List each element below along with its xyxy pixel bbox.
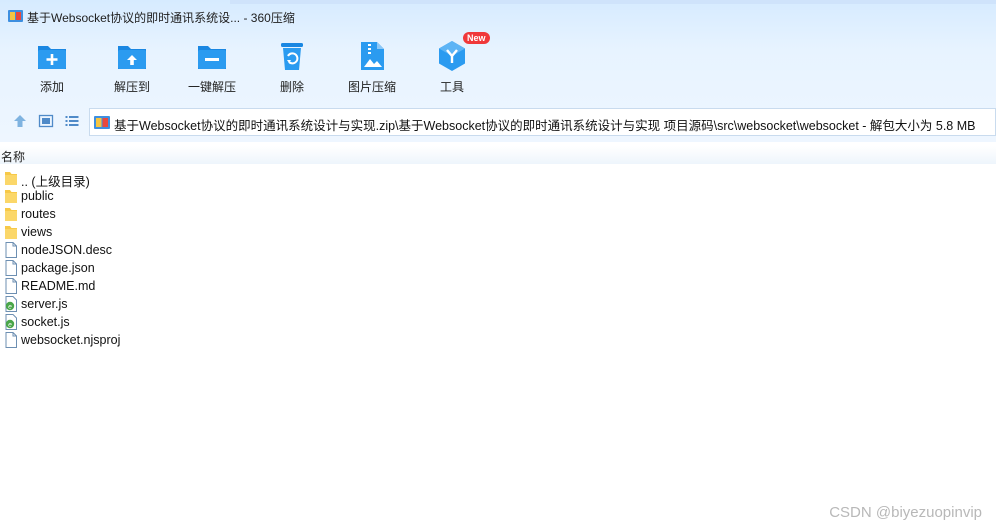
svg-text:e: e bbox=[8, 303, 12, 310]
folder-icon bbox=[5, 208, 17, 221]
zip-archive-icon bbox=[94, 116, 110, 129]
extract-to-button[interactable]: 解压到 bbox=[93, 36, 171, 98]
extract-to-folder-icon bbox=[118, 46, 146, 69]
js-file-icon: e bbox=[5, 296, 17, 312]
list-item[interactable]: e server.js bbox=[0, 295, 996, 313]
image-compress-icon bbox=[361, 42, 384, 70]
add-label: 添加 bbox=[39, 80, 64, 94]
window-title: 基于Websocket协议的即时通讯系统设... - 360压缩 bbox=[27, 11, 295, 25]
file-icon bbox=[5, 242, 17, 258]
archive-app-icon bbox=[8, 10, 23, 22]
one-click-extract-icon bbox=[198, 46, 226, 69]
list-item[interactable]: README.md bbox=[0, 277, 996, 295]
list-item[interactable]: websocket.njsproj bbox=[0, 331, 996, 349]
file-name: README.md bbox=[21, 279, 96, 293]
file-name: websocket.njsproj bbox=[21, 333, 121, 347]
svg-text:e: e bbox=[8, 321, 12, 328]
thumbnail-view-icon[interactable] bbox=[38, 113, 54, 129]
column-name-label: 名称 bbox=[1, 150, 26, 164]
list-item[interactable]: routes bbox=[0, 205, 996, 223]
add-button[interactable]: 添加 bbox=[13, 36, 91, 98]
watermark: CSDN @biyezuopinvip bbox=[829, 504, 982, 521]
list-item[interactable]: e socket.js bbox=[0, 313, 996, 331]
navigation-bar: 基于Websocket协议的即时通讯系统设计与实现.zip\基于Websocke… bbox=[0, 106, 996, 136]
folder-icon bbox=[5, 172, 17, 185]
column-header-name[interactable]: 名称 bbox=[0, 146, 996, 164]
list-item[interactable]: public bbox=[0, 187, 996, 205]
file-name: nodeJSON.desc bbox=[21, 243, 113, 257]
image-compress-label: 图片压缩 bbox=[347, 80, 396, 94]
file-icon bbox=[5, 260, 17, 276]
list-item[interactable]: nodeJSON.desc bbox=[0, 241, 996, 259]
folder-icon bbox=[5, 226, 17, 239]
file-icon bbox=[5, 278, 17, 294]
folder-icon bbox=[5, 190, 17, 203]
list-item[interactable]: .. (上级目录) bbox=[0, 169, 996, 189]
address-path: 基于Websocket协议的即时通讯系统设计与实现.zip\基于Websocke… bbox=[114, 119, 976, 133]
tools-cube-icon bbox=[439, 41, 465, 71]
new-badge: New bbox=[463, 32, 490, 44]
list-view-icon[interactable] bbox=[64, 113, 80, 129]
up-arrow-icon[interactable] bbox=[12, 113, 28, 129]
extract-to-label: 解压到 bbox=[113, 80, 150, 94]
file-icon bbox=[5, 332, 17, 348]
file-name: socket.js bbox=[21, 315, 70, 329]
file-name: package.json bbox=[21, 261, 95, 275]
add-folder-icon bbox=[38, 46, 66, 69]
list-item[interactable]: package.json bbox=[0, 259, 996, 277]
delete-label: 删除 bbox=[279, 80, 304, 94]
file-name: server.js bbox=[21, 297, 68, 311]
file-name: views bbox=[21, 225, 53, 239]
toolbar: 添加 解压到 一键解压 删除 图片压缩 New 工具 bbox=[0, 32, 996, 98]
title-bar: 基于Websocket协议的即时通讯系统设... - 360压缩 bbox=[0, 0, 996, 34]
delete-button[interactable]: 删除 bbox=[253, 36, 331, 98]
address-bar[interactable]: 基于Websocket协议的即时通讯系统设计与实现.zip\基于Websocke… bbox=[89, 108, 996, 136]
one-click-extract-button[interactable]: 一键解压 bbox=[173, 36, 251, 98]
image-compress-button[interactable]: 图片压缩 bbox=[333, 36, 411, 98]
tools-label: 工具 bbox=[439, 80, 464, 94]
js-file-icon: e bbox=[5, 314, 17, 330]
file-name: public bbox=[21, 189, 54, 203]
list-item[interactable]: views bbox=[0, 223, 996, 241]
recycle-bin-icon bbox=[281, 43, 303, 70]
tools-button[interactable]: New 工具 bbox=[413, 32, 491, 98]
one-click-extract-label: 一键解压 bbox=[187, 80, 236, 94]
window-top-edge bbox=[230, 0, 996, 4]
file-name: routes bbox=[21, 207, 56, 221]
